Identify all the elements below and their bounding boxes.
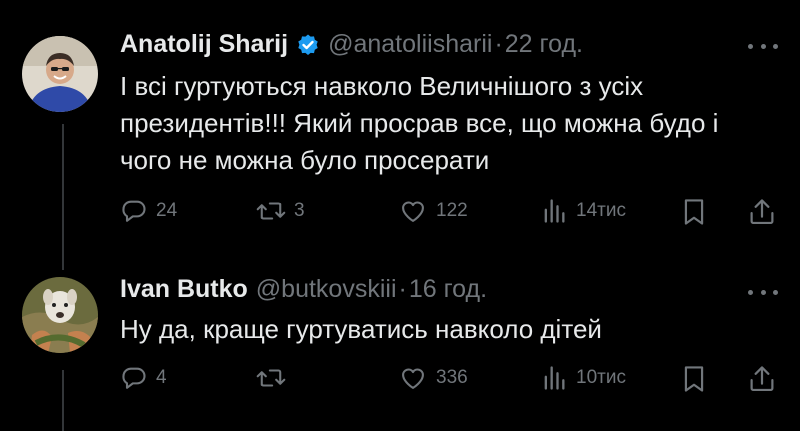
tweet-header: Anatolij Sharij @anatoliisharii · 22 год… (120, 30, 583, 59)
author-handle[interactable]: @anatoliisharii (328, 30, 492, 59)
reply-icon (122, 200, 146, 222)
separator: · (398, 275, 407, 303)
more-icon[interactable] (748, 282, 778, 302)
timestamp[interactable]: 22 год. (505, 30, 583, 59)
retweet-button[interactable] (256, 364, 294, 392)
tweet-text: І всі гуртуються навколо Величнішого з у… (120, 71, 719, 175)
author-name[interactable]: Ivan Butko (120, 275, 248, 304)
bookmark-icon (684, 199, 704, 225)
like-count: 122 (436, 200, 468, 221)
bookmark-button[interactable] (680, 197, 708, 227)
views-count: 14тис (576, 200, 626, 221)
more-icon[interactable] (748, 36, 778, 56)
views-count: 10тис (576, 367, 626, 388)
author-handle[interactable]: @butkovskiii (256, 275, 397, 304)
like-count: 336 (436, 367, 468, 388)
views-button[interactable]: 14тис (540, 197, 626, 225)
tweet-header: Ivan Butko @butkovskiii · 16 год. (120, 275, 487, 304)
tweet-text: Ну да, краще гуртуватись навколо дітей (120, 314, 602, 344)
bookmark-icon (684, 366, 704, 392)
like-icon (402, 368, 424, 389)
reply-button[interactable]: 24 (120, 197, 177, 225)
views-icon (544, 199, 565, 223)
reply-count: 24 (156, 200, 178, 221)
reply-count: 4 (156, 367, 167, 388)
separator: · (494, 30, 503, 58)
views-button[interactable]: 10тис (540, 364, 626, 392)
share-icon (750, 199, 774, 225)
retweet-icon (256, 369, 286, 387)
thread-line (62, 370, 64, 431)
share-button[interactable] (748, 364, 776, 394)
author-name[interactable]: Anatolij Sharij (120, 30, 288, 59)
views-icon (544, 366, 565, 390)
retweet-count: 3 (294, 200, 305, 221)
share-icon (750, 366, 774, 392)
like-icon (402, 201, 424, 222)
verified-badge-icon[interactable] (296, 33, 320, 57)
share-button[interactable] (748, 197, 776, 227)
timestamp[interactable]: 16 год. (409, 275, 487, 304)
retweet-icon (256, 202, 286, 220)
like-button[interactable]: 336 (398, 364, 468, 392)
avatar[interactable] (22, 277, 98, 353)
bookmark-button[interactable] (680, 364, 708, 394)
thread-line (62, 124, 64, 270)
reply-icon (122, 367, 146, 389)
retweet-button[interactable]: 3 (256, 197, 305, 225)
reply-button[interactable]: 4 (120, 364, 167, 392)
like-button[interactable]: 122 (398, 197, 468, 225)
avatar[interactable] (22, 36, 98, 112)
